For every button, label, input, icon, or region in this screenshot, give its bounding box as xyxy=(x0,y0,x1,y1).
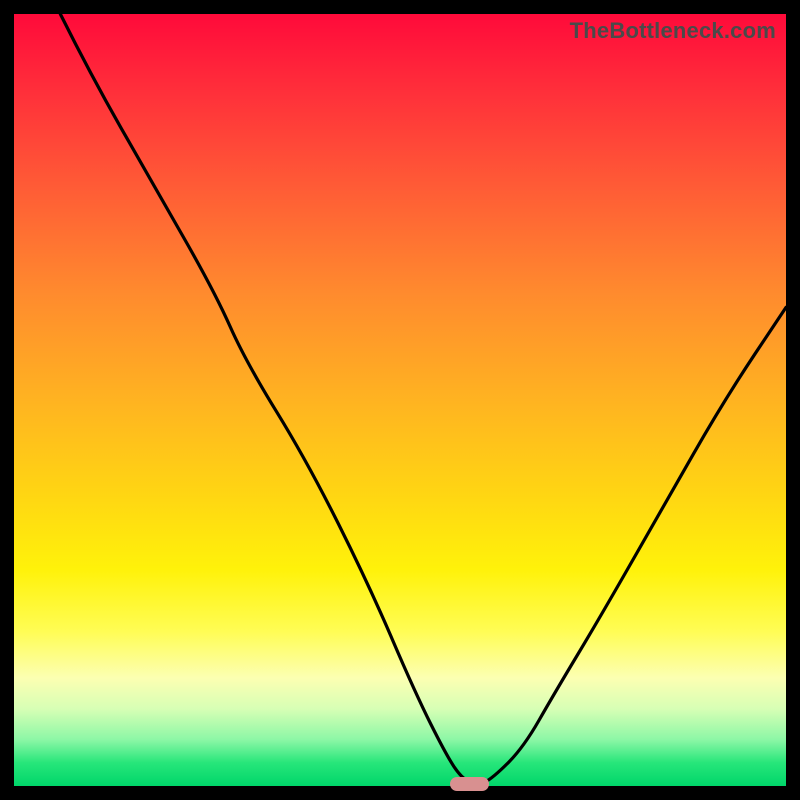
chart-stage: TheBottleneck.com xyxy=(0,0,800,800)
optimal-marker xyxy=(450,777,489,791)
bottleneck-curve xyxy=(14,14,786,786)
plot-area: TheBottleneck.com xyxy=(14,14,786,786)
